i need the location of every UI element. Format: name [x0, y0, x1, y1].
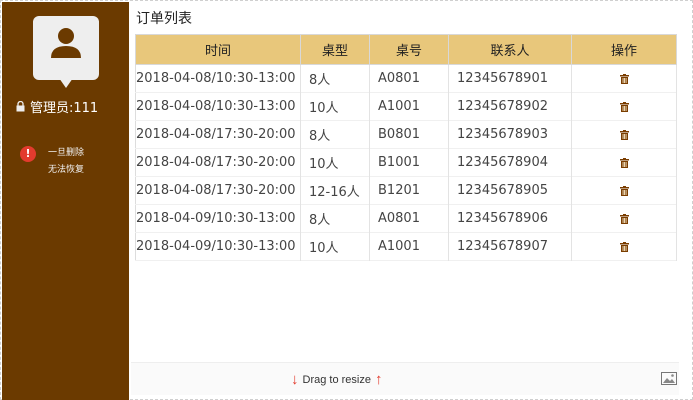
column-header-contact: 联系人 [448, 34, 572, 65]
resize-label: Drag to resize [302, 373, 371, 386]
cell-contact: 12345678901 [448, 64, 572, 93]
cell-actions [571, 204, 677, 233]
delete-warning: ! 一旦删除 无法恢复 [20, 145, 84, 179]
cell-table-type: 10人 [300, 148, 370, 177]
column-header-table-type: 桌型 [300, 34, 370, 65]
cell-table-number: B0801 [369, 120, 449, 149]
cell-contact: 12345678905 [448, 176, 572, 205]
table-row: 2018-04-08/17:30-20:00 8人 B0801 12345678903 [135, 120, 677, 149]
table-row: 2018-04-09/10:30-13:00 10人 A1001 1234567890… [135, 232, 677, 261]
cell-time: 2018-04-09/10:30-13:00 [135, 204, 301, 233]
table-header-row: 时间 桌型 桌号 联系人 操作 [135, 34, 677, 65]
orders-table: 时间 桌型 桌号 联系人 操作 2018-04-08/10:30-13:00 8人… [135, 34, 677, 261]
admin-name: 管理员:111 [30, 101, 99, 116]
table-row: 2018-04-08/17:30-20:00 10人 B1001 1234567890… [135, 148, 677, 177]
cell-time: 2018-04-08/10:30-13:00 [135, 64, 301, 93]
trash-icon[interactable] [619, 157, 629, 168]
warning-line-1: 一旦删除 [48, 148, 85, 158]
cell-table-type: 8人 [300, 204, 370, 233]
cell-contact: 12345678906 [448, 204, 572, 233]
cell-actions [571, 92, 677, 121]
table-row: 2018-04-08/17:30-20:00 12-16人 B1201 1234567… [135, 176, 677, 205]
cell-time: 2018-04-08/17:30-20:00 [135, 120, 301, 149]
avatar [33, 16, 99, 88]
warning-line-2: 无法恢复 [48, 165, 85, 175]
cell-time: 2018-04-09/10:30-13:00 [135, 232, 301, 261]
user-icon [51, 28, 81, 58]
cell-table-number: A0801 [369, 204, 449, 233]
cell-contact: 12345678903 [448, 120, 572, 149]
column-header-actions: 操作 [571, 34, 677, 65]
sidebar: 管理员:111 ! 一旦删除 无法恢复 [2, 2, 129, 400]
cell-actions [571, 148, 677, 177]
arrow-up-icon: ↑ [374, 371, 383, 388]
cell-contact: 12345678904 [448, 148, 572, 177]
exclamation-icon: ! [20, 146, 36, 162]
cell-actions [571, 120, 677, 149]
trash-icon[interactable] [619, 129, 629, 140]
lock-icon [16, 101, 25, 112]
cell-actions [571, 64, 677, 93]
table-row: 2018-04-08/10:30-13:00 10人 A1001 1234567890… [135, 92, 677, 121]
cell-time: 2018-04-08/17:30-20:00 [135, 148, 301, 177]
trash-icon[interactable] [619, 241, 629, 252]
trash-icon[interactable] [619, 101, 629, 112]
admin-label-row: 管理员:111 [16, 97, 98, 116]
cell-actions [571, 176, 677, 205]
trash-icon[interactable] [619, 185, 629, 196]
cell-table-number: B1001 [369, 148, 449, 177]
table-row: 2018-04-08/10:30-13:00 8人 A0801 12345678901 [135, 64, 677, 93]
column-header-time: 时间 [135, 34, 301, 65]
cell-table-type: 10人 [300, 92, 370, 121]
arrow-down-icon: ↓ [291, 371, 299, 388]
trash-icon[interactable] [619, 73, 629, 84]
table-row: 2018-04-09/10:30-13:00 8人 A0801 12345678906 [135, 204, 677, 233]
cell-table-number: A0801 [369, 64, 449, 93]
cell-table-number: A1001 [369, 232, 449, 261]
cell-table-number: B1201 [369, 176, 449, 205]
trash-icon[interactable] [619, 213, 629, 224]
page-title: 订单列表 [136, 11, 192, 27]
cell-table-type: 8人 [300, 120, 370, 149]
cell-contact: 12345678907 [448, 232, 572, 261]
resize-bar[interactable]: ↓ Drag to resize ↑ [131, 362, 679, 395]
cell-actions [571, 232, 677, 261]
cell-time: 2018-04-08/10:30-13:00 [135, 92, 301, 121]
column-header-table-number: 桌号 [369, 34, 449, 65]
cell-time: 2018-04-08/17:30-20:00 [135, 176, 301, 205]
cell-table-type: 10人 [300, 232, 370, 261]
cell-contact: 12345678902 [448, 92, 572, 121]
cell-table-type: 8人 [300, 64, 370, 93]
image-icon[interactable] [661, 372, 677, 385]
drag-to-resize-handle[interactable]: ↓ Drag to resize ↑ [291, 371, 382, 388]
cell-table-number: A1001 [369, 92, 449, 121]
cell-table-type: 12-16人 [300, 176, 370, 205]
main-content: 订单列表 时间 桌型 桌号 联系人 操作 2018-04-08/10:30-13… [131, 4, 679, 362]
